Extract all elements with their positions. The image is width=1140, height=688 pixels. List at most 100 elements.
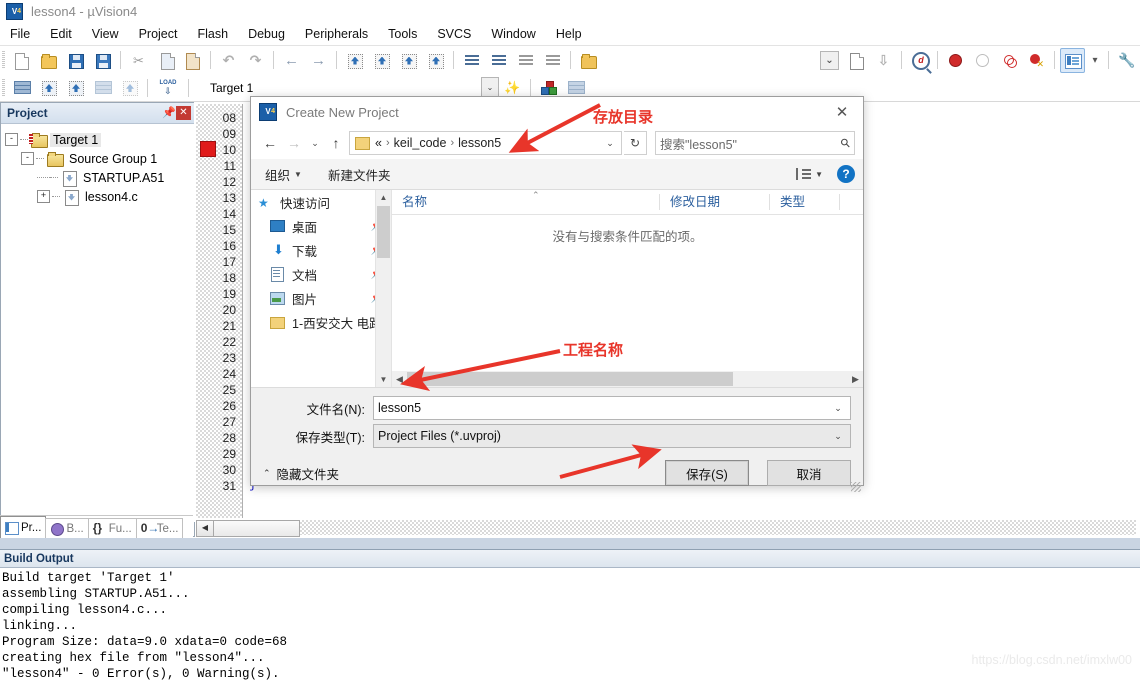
bookmark-next-icon[interactable]	[396, 48, 421, 73]
scroll-down-button[interactable]: ▼	[376, 372, 391, 387]
breakpoint-disabled-icon[interactable]	[970, 48, 995, 73]
menu-item-debug[interactable]: Debug	[238, 25, 295, 43]
hide-folders-toggle[interactable]: ⌃ 隐藏文件夹	[263, 464, 339, 483]
stop-build-icon[interactable]	[117, 75, 142, 100]
menu-item-help[interactable]: Help	[546, 25, 592, 43]
tree-node[interactable]: STARTUP.A51	[5, 168, 190, 187]
close-icon[interactable]: ✕	[176, 106, 191, 120]
menu-item-project[interactable]: Project	[129, 25, 188, 43]
batch-build-icon[interactable]	[90, 75, 115, 100]
menu-item-edit[interactable]: Edit	[40, 25, 82, 43]
close-icon[interactable]: ✕	[821, 98, 863, 127]
save-icon[interactable]	[63, 48, 88, 73]
collapse-icon[interactable]: -	[5, 133, 18, 146]
find-target-icon[interactable]: d	[907, 48, 932, 73]
redo-icon[interactable]: ↷	[243, 48, 268, 73]
layout-dropdown-icon[interactable]: ▾	[1087, 48, 1103, 73]
scroll-left-button[interactable]: ◀	[196, 520, 214, 537]
menu-item-svcs[interactable]: SVCS	[427, 25, 481, 43]
resize-grip[interactable]	[851, 482, 861, 492]
panel-tab-0[interactable]: Pr...	[0, 516, 47, 538]
column-header-type[interactable]: 类型	[770, 190, 840, 214]
forward-arrow-icon[interactable]: →	[283, 132, 305, 154]
bookmark-toggle-icon[interactable]	[342, 48, 367, 73]
toolbar-grip[interactable]	[2, 51, 5, 69]
open-config-icon[interactable]: ⇩	[871, 48, 896, 73]
translate-icon[interactable]	[9, 75, 34, 100]
help-icon[interactable]: ?	[837, 165, 855, 183]
load-icon[interactable]: LOAD ⇩	[153, 75, 183, 100]
organize-button[interactable]: 组织 ▼	[259, 163, 308, 186]
copy-icon[interactable]	[153, 48, 178, 73]
bookmark-clear-icon[interactable]	[423, 48, 448, 73]
save-button[interactable]: 保存(S)	[665, 460, 749, 486]
recent-dropdown-icon[interactable]: ⌄	[307, 132, 323, 154]
menu-item-window[interactable]: Window	[481, 25, 545, 43]
scroll-right-button[interactable]: ▶	[848, 374, 863, 385]
forward-icon[interactable]: →	[306, 48, 331, 73]
scroll-up-button[interactable]: ▲	[376, 190, 391, 205]
save-all-icon[interactable]	[90, 48, 115, 73]
breakpoint-all-icon[interactable]	[997, 48, 1022, 73]
column-header-date[interactable]: 修改日期	[660, 190, 770, 214]
tree-node[interactable]: - Target 1	[5, 130, 190, 149]
tree-node[interactable]: - Source Group 1	[5, 149, 190, 168]
comment-icon[interactable]	[513, 48, 538, 73]
up-arrow-icon[interactable]: ↑	[325, 132, 347, 154]
outdent-icon[interactable]	[486, 48, 511, 73]
sidebar-scrollbar[interactable]: ▲ ▼	[375, 190, 391, 387]
cut-icon[interactable]: ✂	[126, 48, 151, 73]
find-in-files-icon[interactable]	[576, 48, 601, 73]
panel-tab-3[interactable]: 0→ Te...	[135, 518, 184, 538]
sidebar-item-2[interactable]: ⬇下载📌	[251, 238, 391, 262]
breadcrumb-item-lesson5[interactable]: lesson5	[458, 136, 501, 150]
menu-item-peripherals[interactable]: Peripherals	[295, 25, 378, 43]
tree-node[interactable]: + lesson4.c	[5, 187, 190, 206]
paste-icon[interactable]	[180, 48, 205, 73]
undo-icon[interactable]: ↶	[216, 48, 241, 73]
sidebar-item-4[interactable]: 图片📌	[251, 286, 391, 310]
configure-icon[interactable]: 🔧	[1114, 48, 1139, 73]
chevron-down-icon[interactable]: ⌄	[830, 431, 846, 442]
toolbar-grip[interactable]	[2, 78, 5, 97]
dropdown-icon[interactable]: ⌄	[817, 48, 842, 73]
menu-item-view[interactable]: View	[82, 25, 129, 43]
back-icon[interactable]: ←	[279, 48, 304, 73]
insert-file-icon[interactable]	[844, 48, 869, 73]
filename-input[interactable]: lesson5 ⌄	[373, 396, 851, 420]
open-folder-icon[interactable]	[36, 48, 61, 73]
breakpoint-marker[interactable]	[200, 141, 216, 157]
pin-icon[interactable]: 📌	[162, 106, 176, 120]
editor-horizontal-scrollbar[interactable]: ◀	[196, 520, 1136, 537]
cancel-button[interactable]: 取消	[767, 460, 851, 486]
refresh-icon[interactable]: ↻	[624, 131, 647, 155]
search-input[interactable]: 搜索"lesson5" ⚲	[655, 131, 855, 155]
menu-item-file[interactable]: File	[0, 25, 40, 43]
sidebar-item-1[interactable]: 桌面📌	[251, 214, 391, 238]
sidebar-item-3[interactable]: 文档📌	[251, 262, 391, 286]
menu-item-tools[interactable]: Tools	[378, 25, 427, 43]
indent-icon[interactable]	[459, 48, 484, 73]
breadcrumb-item-keil-code[interactable]: keil_code	[394, 136, 447, 150]
back-arrow-icon[interactable]: ←	[259, 132, 281, 154]
new-folder-button[interactable]: 新建文件夹	[322, 163, 397, 186]
collapse-icon[interactable]: -	[21, 152, 34, 165]
breakpoint-icon[interactable]	[943, 48, 968, 73]
scroll-thumb[interactable]	[377, 206, 390, 258]
rebuild-icon[interactable]	[63, 75, 88, 100]
panel-tab-2[interactable]: {} Fu...	[87, 518, 137, 538]
chevron-down-icon[interactable]: ⌄	[830, 403, 846, 414]
panel-tab-1[interactable]: B...	[45, 518, 89, 538]
menu-item-flash[interactable]: Flash	[187, 25, 238, 43]
breakpoint-kill-icon[interactable]	[1024, 48, 1049, 73]
bookmark-prev-icon[interactable]	[369, 48, 394, 73]
window-layout-icon[interactable]	[1060, 47, 1085, 73]
scroll-thumb[interactable]	[213, 520, 300, 537]
sidebar-item-0[interactable]: ★ 快速访问	[251, 190, 391, 214]
build-icon[interactable]	[36, 75, 61, 100]
sidebar-item-5[interactable]: 1-西安交大 电路	[251, 310, 391, 334]
new-file-icon[interactable]	[9, 48, 34, 73]
view-options-button[interactable]: ▼	[796, 168, 823, 180]
uncomment-icon[interactable]	[540, 48, 565, 73]
column-header-name[interactable]: 名称	[392, 190, 660, 214]
